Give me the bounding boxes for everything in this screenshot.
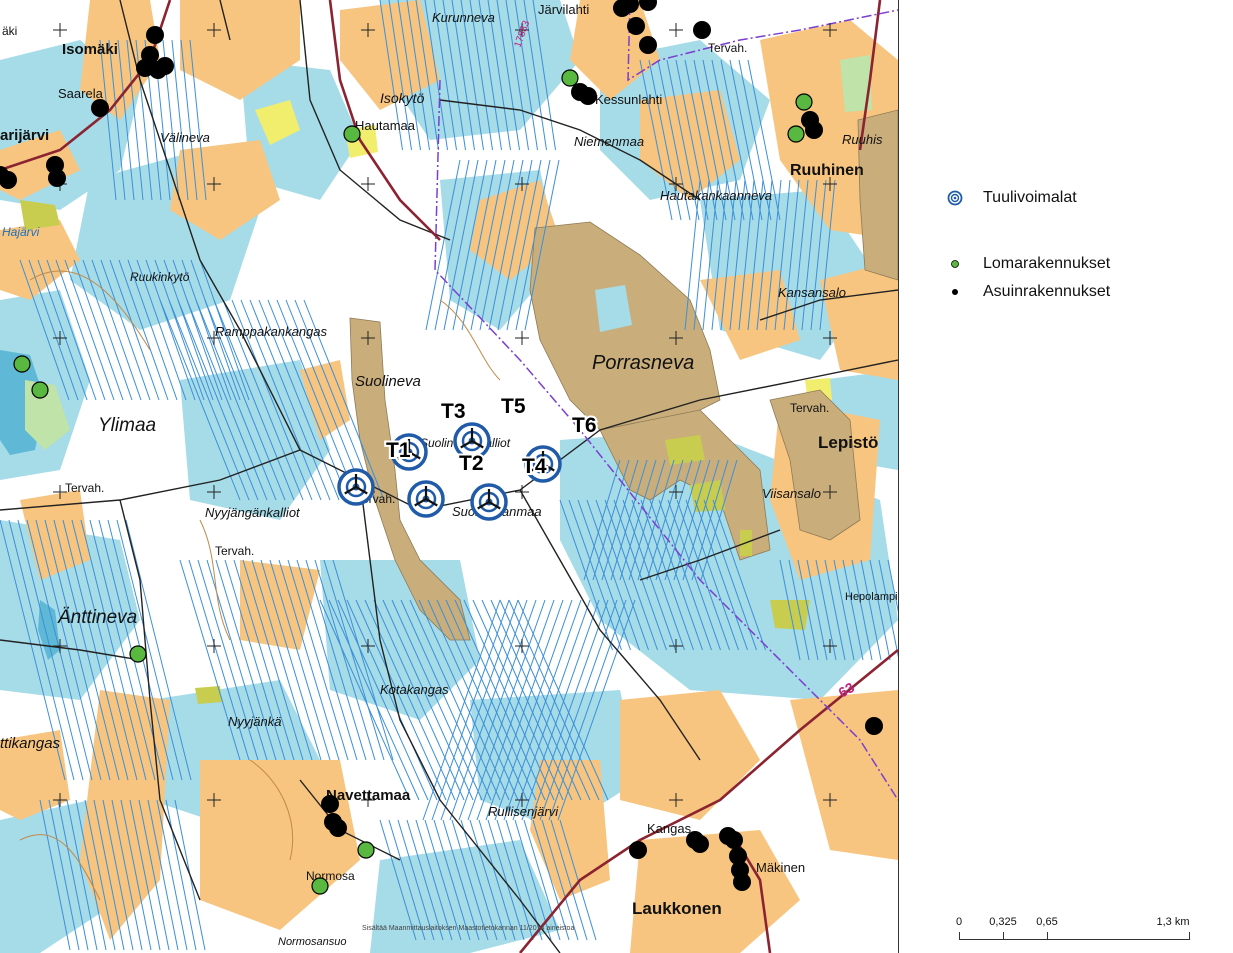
residential-building-marker (627, 17, 645, 35)
label-tervah-w: Tervah. (65, 481, 104, 495)
label-valineva: Välineva (160, 130, 210, 145)
turbine-label-t4: T4 (522, 455, 547, 478)
holiday-building-marker (343, 125, 361, 143)
residential-building-marker (136, 59, 154, 77)
label-isomaki: Isomäki (62, 41, 118, 58)
residential-building-marker (146, 26, 164, 44)
label-tervah-e: Tervah. (790, 401, 829, 415)
holiday-building-marker (795, 93, 813, 111)
holiday-dot-icon (945, 259, 965, 269)
wind-turbine-symbol (337, 468, 375, 506)
label-niemenmaa: Niemenmaa (574, 134, 644, 149)
label-hautamaa: Hautamaa (355, 118, 416, 133)
label-ruuhis: Ruuhis (842, 132, 883, 147)
wind-turbine-symbol (407, 480, 445, 518)
label-hepolampi: Hepolampi (845, 591, 898, 603)
label-viisansalo: Viisansalo (762, 486, 821, 501)
copyright-note: Sisältää Maanmittauslaitoksen Maastotiet… (362, 925, 575, 932)
residential-building-marker (865, 717, 883, 735)
label-kessunlahti: Kessunlahti (595, 92, 662, 107)
scale-bar-line (959, 939, 1189, 940)
turbine-label-t2: T2 (459, 452, 484, 475)
label-suolineva: Suolineva (355, 373, 421, 390)
label-ruuhinen: Ruuhinen (790, 162, 864, 179)
label-ylimaa: Ylimaa (98, 415, 156, 436)
label-karijarvi: arijärvi (0, 127, 49, 144)
scale-label-0: 0 (955, 916, 963, 928)
residential-building-marker (156, 57, 174, 75)
label-laukkonen: Laukkonen (632, 899, 722, 918)
legend-residential-label: Asuinrakennukset (983, 283, 1111, 300)
label-nyyjanka: Nyyjänkä (228, 714, 281, 729)
scale-tick (1189, 932, 1190, 940)
turbine-label-t1: T1 (386, 439, 411, 462)
label-ttikangas: ttikangas (0, 735, 61, 752)
residential-building-marker (691, 835, 709, 853)
label-navettamaa: Navettamaa (326, 787, 411, 804)
label-ruukinkyto: Ruukinkytö (130, 270, 190, 284)
label-kotakangas: Kotakangas (380, 682, 449, 697)
residential-building-marker (733, 873, 751, 891)
label-ramppakankangas: Ramppakankangas (215, 324, 328, 339)
legend-residential: Asuinrakennukset (945, 283, 1110, 301)
label-kurunneva: Kurunneva (432, 10, 495, 25)
turbine-label-t5: T5 (501, 395, 526, 418)
label-kansansalo: Kansansalo (778, 285, 846, 300)
label-hautakankaanneva: Hautakankaanneva (660, 188, 772, 203)
label-kangas: Kangas (647, 821, 692, 836)
scale-tick (1003, 932, 1004, 940)
scale-tick (1047, 932, 1048, 940)
label-lepisto: Lepistö (818, 433, 878, 452)
legend-turbines-label: Tuulivoimalat (983, 189, 1077, 206)
holiday-building-marker (31, 381, 49, 399)
holiday-building-marker (129, 645, 147, 663)
holiday-building-marker (561, 69, 579, 87)
label-anttineva: Änttineva (57, 607, 137, 628)
label-aki: äki (2, 24, 17, 38)
label-tervah-sw: Tervah. (215, 544, 254, 558)
label-makinen: Mäkinen (756, 860, 805, 875)
residential-building-marker (639, 36, 657, 54)
turbine-legend-icon (945, 190, 965, 206)
label-saarela: Saarela (58, 86, 104, 101)
legend-holiday-label: Lomarakennukset (983, 255, 1111, 272)
map-view[interactable]: Isomäki äki Saarela arijärvi Välineva Ha… (0, 0, 899, 953)
label-rullisenjarvi: Rullisenjärvi (488, 804, 559, 819)
label-jarvilahti: Järvilahti (538, 2, 589, 17)
residential-dot-icon (945, 287, 965, 297)
label-nyyjangankalliot: Nyyjängänkalliot (205, 505, 301, 520)
holiday-building-marker (13, 355, 31, 373)
scale-bar: 0 0,325 0,65 1,3 km (955, 912, 1225, 952)
scale-tick (959, 932, 960, 940)
residential-building-marker (91, 99, 109, 117)
scale-label-2: 0,65 (1036, 916, 1058, 928)
holiday-building-marker (357, 841, 375, 859)
residential-building-marker (329, 819, 347, 837)
wind-turbine-symbol (470, 483, 508, 521)
label-isokyto: Isokytö (380, 90, 425, 106)
holiday-building-marker (311, 877, 329, 895)
residential-building-marker (719, 827, 737, 845)
residential-building-marker (579, 87, 597, 105)
turbine-label-t3: T3 (441, 400, 466, 423)
scale-label-1: 0,325 (989, 916, 1017, 928)
residential-building-marker (693, 21, 711, 39)
residential-building-marker (321, 795, 339, 813)
label-porrasneva: Porrasneva (592, 352, 694, 374)
holiday-building-marker (787, 125, 805, 143)
turbine-label-t6: T6 (572, 414, 597, 437)
residential-building-marker (48, 169, 66, 187)
scale-label-3: 1,3 km (1156, 916, 1190, 928)
label-hajarvi: Hajärvi (2, 225, 40, 239)
residential-building-marker (629, 841, 647, 859)
residential-building-marker (805, 121, 823, 139)
label-tervah-ne: Tervah. (708, 41, 747, 55)
label-normosansuo: Normosansuo (278, 936, 346, 948)
legend-holiday: Lomarakennukset (945, 255, 1110, 273)
legend-turbines: Tuulivoimalat (945, 189, 1077, 207)
